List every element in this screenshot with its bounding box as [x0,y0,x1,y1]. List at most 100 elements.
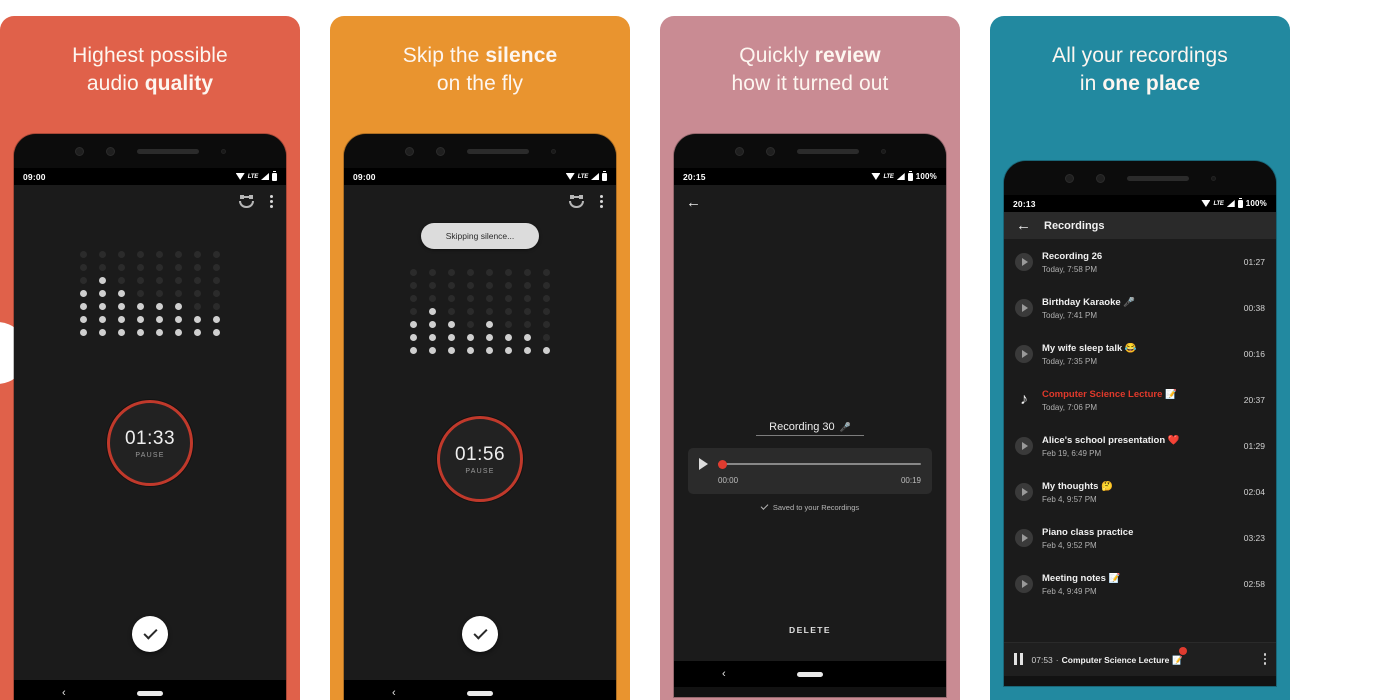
pause-icon[interactable] [1014,653,1023,665]
android-nav-bar: ‹ [344,680,616,700]
delete-button[interactable]: DELETE [777,619,843,641]
play-icon[interactable] [1015,483,1033,501]
status-bar: 09:00 LTE [344,168,616,185]
recording-timer[interactable]: 01:33 PAUSE [107,400,193,486]
waveform-dot [175,277,182,284]
check-icon [472,624,488,640]
mini-player[interactable]: 07:53 · Computer Science Lecture 📝 [1004,642,1276,676]
status-bar: 20:15 LTE 100% [674,168,946,185]
status-clock: 09:00 [23,171,46,182]
confirm-check-button[interactable] [462,616,498,652]
waveform-dot [99,277,106,284]
play-triangle [1022,580,1028,588]
kebab-menu-icon[interactable] [270,194,273,208]
waveform-dot [486,295,493,302]
phone-bezel [14,134,286,168]
timer-state-label: PAUSE [135,451,165,459]
recording-list-item[interactable]: Birthday Karaoke 🎤 Today, 7:41 PM 00:38 [1004,285,1276,331]
waveform-column [543,269,550,354]
seek-bar[interactable] [718,459,921,469]
arrow-back-icon[interactable]: ← [686,195,701,210]
recording-title-row[interactable]: Recording 30 🎤 [756,421,864,436]
mini-player-separator: · [1055,655,1059,665]
play-icon[interactable] [1015,345,1033,363]
nav-home-pill[interactable] [137,690,163,696]
mini-player-elapsed: 07:53 [1031,655,1053,665]
play-triangle [1022,442,1028,450]
skip-silence-icon[interactable] [239,194,254,208]
phone-bezel [674,134,946,168]
recording-list-item[interactable]: Piano class practice Feb 4, 9:52 PM 03:23 [1004,515,1276,561]
play-icon[interactable] [1015,437,1033,455]
light-sensor-icon [220,148,226,154]
play-icon[interactable] [1015,529,1033,547]
waveform-dot [486,347,493,354]
nav-back-icon[interactable]: ‹ [62,687,66,699]
recording-name: Computer Science Lecture 📝 [1042,388,1177,400]
earpiece-speaker [136,148,199,154]
recording-duration: 00:16 [1243,349,1265,359]
recording-timestamp: Today, 7:58 PM [1042,264,1097,274]
lte-icon: LTE [577,173,589,180]
headline-line-1a: Skip the [402,44,486,67]
kebab-menu-icon[interactable] [1263,653,1266,665]
waveform-dot [467,308,474,315]
recording-list-item[interactable]: Meeting notes 📝 Feb 4, 9:49 PM 02:58 [1004,561,1276,607]
recording-list-item[interactable]: Recording 26 Today, 7:58 PM 01:27 [1004,239,1276,285]
mini-player-knob[interactable] [1178,647,1187,655]
waveform-dot [80,251,87,258]
waveform-dot [448,282,455,289]
waveform-column [194,251,201,336]
phone-bezel [344,134,616,168]
waveform-column [524,269,531,354]
earpiece-speaker [466,148,529,154]
seek-knob[interactable] [718,459,727,469]
page-title: Recordings [1044,219,1105,232]
recording-name: Recording 26 [1042,250,1103,262]
kebab-menu-icon[interactable] [600,194,603,208]
recording-list-item[interactable]: My thoughts 🤔 Feb 4, 9:57 PM 02:04 [1004,469,1276,515]
nav-home-pill[interactable] [467,690,493,696]
recording-timestamp: Feb 19, 6:49 PM [1042,448,1102,458]
waveform-column [429,269,436,354]
check-icon [142,624,158,640]
play-triangle [1022,304,1028,312]
waveform-dot [99,290,106,297]
nav-back-icon[interactable]: ‹ [722,668,726,680]
play-icon[interactable] [1015,575,1033,593]
waveform-dot [505,308,512,315]
arrow-back-icon[interactable]: ← [1016,218,1031,233]
player-controls-row [699,458,921,470]
recording-list-item[interactable]: My wife sleep talk 😂 Today, 7:35 PM 00:16 [1004,331,1276,377]
play-icon[interactable] [1015,299,1033,317]
play-icon[interactable] [699,458,708,470]
mini-player-title: 07:53 · Computer Science Lecture 📝 [1032,655,1183,665]
signal-icon [591,173,599,180]
music-note-icon[interactable]: ♪ [1015,391,1033,409]
promo-panel-quality: Highest possible audio quality 09:00 LTE [0,16,300,700]
confirm-check-button[interactable] [132,616,168,652]
waveform-dot [80,264,87,271]
waveform-dot [194,264,201,271]
light-sensor-icon [1210,175,1216,181]
nav-back-icon[interactable]: ‹ [392,687,396,699]
recording-name: Meeting notes 📝 [1042,572,1121,584]
waveform-dot [448,269,455,276]
recording-list-item[interactable]: ♪ Computer Science Lecture 📝 Today, 7:06 P… [1004,377,1276,423]
waveform-dot [486,282,493,289]
waveform-dot [524,321,531,328]
phone-mockup: 09:00 LTE Skipping silence... 01:56 PAUS… [344,134,616,700]
nav-home-pill[interactable] [797,671,823,677]
skip-silence-icon[interactable] [569,194,584,208]
play-icon[interactable] [1015,253,1033,271]
recordings-list[interactable]: Recording 26 Today, 7:58 PM 01:27 Birthday … [1004,239,1276,607]
recording-timer[interactable]: 01:56 PAUSE [437,416,523,502]
headline-line-1b: silence [485,44,558,67]
waveform-dot [175,316,182,323]
waveform-dot [213,251,220,258]
recording-duration: 02:58 [1243,579,1265,589]
waveform-dot [410,282,417,289]
recording-list-item[interactable]: Alice's school presentation ❤️ Feb 19, 6:… [1004,423,1276,469]
status-bar: 09:00 LTE [14,168,286,185]
waveform-dot [156,251,163,258]
